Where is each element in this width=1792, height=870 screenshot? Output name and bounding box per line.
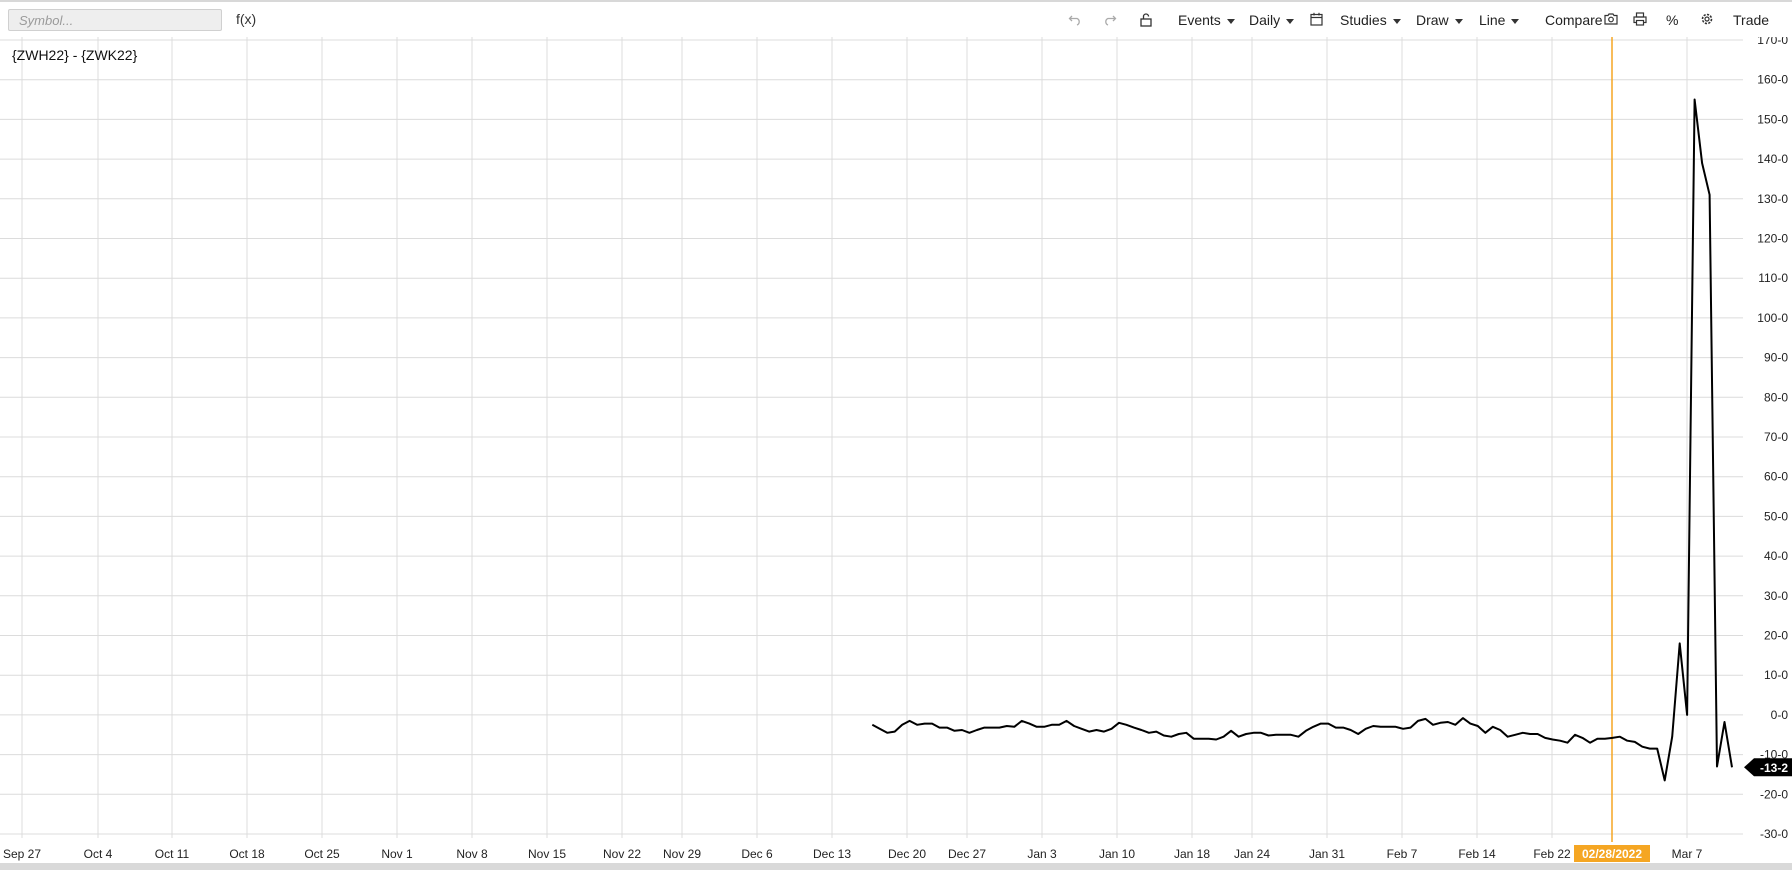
x-tick-label: Nov 15 bbox=[528, 847, 566, 861]
y-tick-label: 10-0 bbox=[1764, 668, 1788, 682]
y-tick-label: 160-0 bbox=[1757, 73, 1788, 87]
x-tick-label: Nov 29 bbox=[663, 847, 701, 861]
draw-menu[interactable]: Draw bbox=[1416, 11, 1463, 29]
x-tick-label: Oct 11 bbox=[155, 847, 190, 861]
chevron-down-icon bbox=[1454, 18, 1463, 24]
lock-icon[interactable] bbox=[1139, 12, 1153, 27]
chevron-down-icon bbox=[1226, 18, 1235, 24]
y-tick-label: 0-0 bbox=[1771, 708, 1789, 722]
y-tick-label: 130-0 bbox=[1757, 192, 1788, 206]
percent-button[interactable]: % bbox=[1666, 11, 1678, 29]
x-tick-label: Jan 24 bbox=[1234, 847, 1270, 861]
y-tick-label: 50-0 bbox=[1764, 509, 1788, 523]
y-tick-label: 140-0 bbox=[1757, 152, 1788, 166]
fx-button[interactable]: f(x) bbox=[236, 11, 256, 27]
x-tick-label: Oct 4 bbox=[84, 847, 113, 861]
horizontal-scrollbar[interactable] bbox=[0, 863, 1792, 870]
events-menu[interactable]: Events bbox=[1178, 11, 1235, 29]
top-toolbar: f(x) Events Daily Studies Draw Line Comp… bbox=[0, 0, 1792, 37]
x-tick-label: Jan 31 bbox=[1309, 847, 1345, 861]
crosshair-date-label: 02/28/2022 bbox=[1582, 847, 1642, 861]
x-tick-label: Oct 25 bbox=[304, 847, 340, 861]
y-tick-label: 150-0 bbox=[1757, 112, 1788, 126]
trade-button[interactable]: Trade bbox=[1733, 11, 1769, 29]
x-tick-label: Dec 13 bbox=[813, 847, 851, 861]
y-tick-label: 120-0 bbox=[1757, 232, 1788, 246]
chart-type-menu[interactable]: Line bbox=[1479, 11, 1520, 29]
grid bbox=[0, 37, 1743, 838]
x-tick-label: Dec 27 bbox=[948, 847, 986, 861]
last-value-label: -13-2 bbox=[1760, 761, 1788, 775]
symbol-input[interactable] bbox=[8, 9, 222, 31]
chart-title: {ZWH22} - {ZWK22} bbox=[12, 47, 138, 63]
x-tick-label: Nov 1 bbox=[381, 847, 413, 861]
x-axis: Sep 27 Oct 4 Oct 11 Oct 18 Oct 25 Nov 1 Nov 8 N… bbox=[3, 847, 1703, 861]
y-tick-label: 40-0 bbox=[1764, 549, 1788, 563]
series-line bbox=[871, 98, 1733, 782]
camera-icon[interactable] bbox=[1604, 12, 1618, 25]
x-tick-label: Feb 14 bbox=[1458, 847, 1496, 861]
x-tick-label: Mar 7 bbox=[1672, 847, 1703, 861]
x-tick-label: Dec 6 bbox=[741, 847, 773, 861]
x-tick-label: Nov 22 bbox=[603, 847, 641, 861]
y-axis: 170-0160-0150-0140-0130-0120-0110-0100-0… bbox=[1757, 33, 1788, 841]
y-tick-label: 30-0 bbox=[1764, 589, 1788, 603]
y-tick-label: 100-0 bbox=[1757, 311, 1788, 325]
x-tick-label: Oct 18 bbox=[229, 847, 265, 861]
chevron-down-icon bbox=[1392, 18, 1401, 24]
chevron-down-icon bbox=[1286, 18, 1295, 24]
y-tick-label: 110-0 bbox=[1758, 271, 1788, 285]
interval-label: Daily bbox=[1249, 12, 1281, 28]
undo-icon[interactable] bbox=[1068, 12, 1082, 26]
studies-menu[interactable]: Studies bbox=[1340, 11, 1401, 29]
y-tick-label: -20-0 bbox=[1760, 787, 1788, 801]
price-chart[interactable]: 170-0160-0150-0140-0130-0120-0110-0100-0… bbox=[0, 0, 1792, 870]
chart-type-label: Line bbox=[1479, 12, 1506, 28]
calendar-icon[interactable] bbox=[1310, 12, 1323, 26]
chevron-down-icon bbox=[1511, 18, 1520, 24]
series-layer bbox=[871, 98, 1733, 782]
x-tick-label: Sep 27 bbox=[3, 847, 41, 861]
interval-menu[interactable]: Daily bbox=[1249, 11, 1295, 29]
y-tick-label: 90-0 bbox=[1764, 351, 1788, 365]
draw-label: Draw bbox=[1416, 12, 1449, 28]
x-tick-label: Jan 18 bbox=[1174, 847, 1210, 861]
y-tick-label: 20-0 bbox=[1764, 629, 1788, 643]
y-tick-label: 70-0 bbox=[1764, 430, 1788, 444]
events-label: Events bbox=[1178, 12, 1221, 28]
studies-label: Studies bbox=[1340, 12, 1387, 28]
x-tick-label: Jan 3 bbox=[1027, 847, 1057, 861]
print-icon[interactable] bbox=[1633, 12, 1647, 26]
x-tick-label: Dec 20 bbox=[888, 847, 926, 861]
redo-icon[interactable] bbox=[1103, 12, 1117, 26]
x-tick-label: Feb 22 bbox=[1533, 847, 1571, 861]
x-tick-label: Feb 7 bbox=[1387, 847, 1418, 861]
y-tick-label: 60-0 bbox=[1764, 470, 1788, 484]
x-tick-label: Jan 10 bbox=[1099, 847, 1135, 861]
gear-icon[interactable] bbox=[1700, 12, 1714, 26]
y-tick-label: 80-0 bbox=[1764, 390, 1788, 404]
x-tick-label: Nov 8 bbox=[456, 847, 488, 861]
compare-button[interactable]: Compare bbox=[1545, 11, 1603, 29]
y-tick-label: -30-0 bbox=[1760, 827, 1788, 841]
